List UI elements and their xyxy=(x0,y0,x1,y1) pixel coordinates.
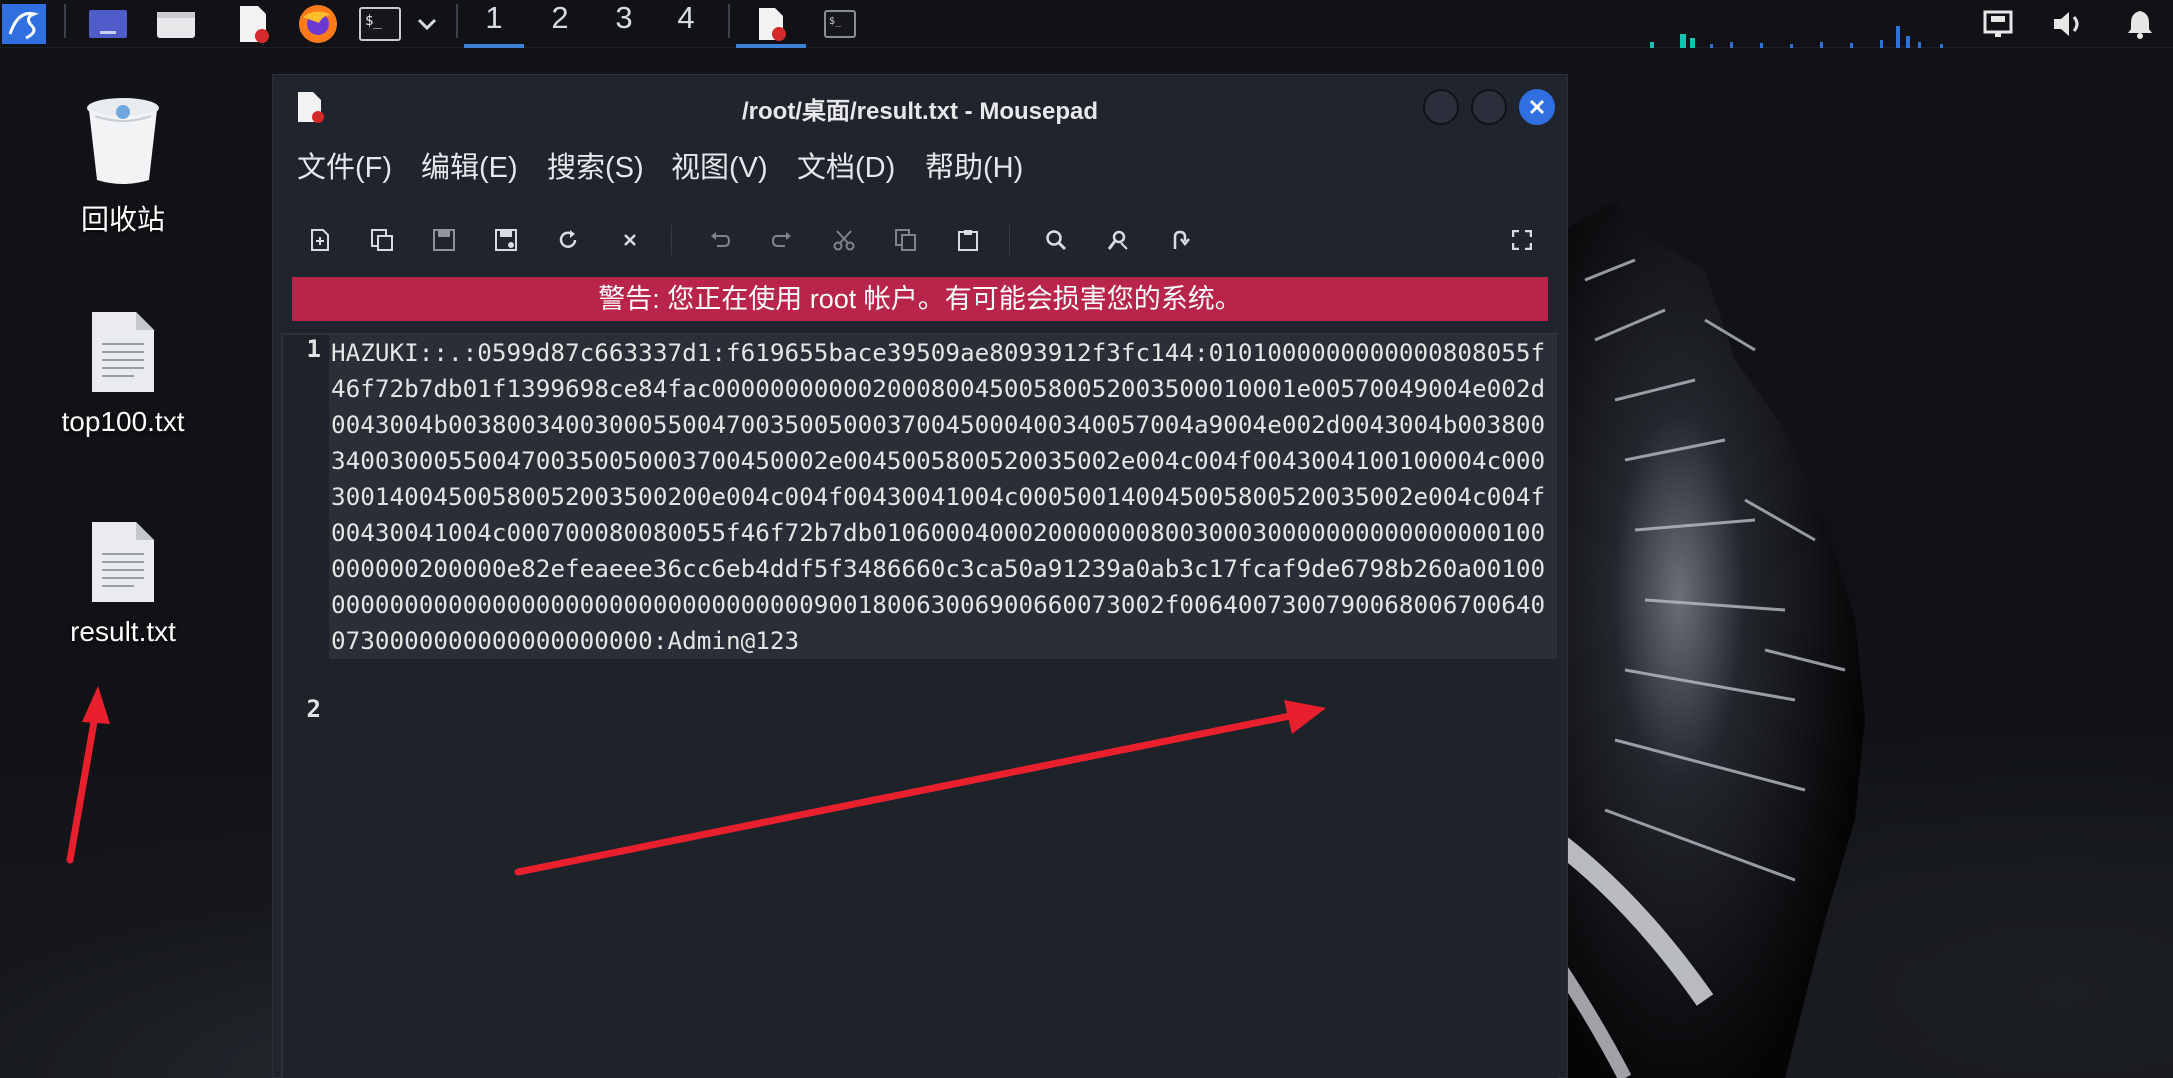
desktop-icon-trash[interactable]: 回收站 xyxy=(38,96,208,238)
copy-icon[interactable] xyxy=(889,223,923,257)
mousepad-window: /root/桌面/result.txt - Mousepad 文件(F) 编辑(… xyxy=(272,74,1568,1078)
workspace-2[interactable]: 2 xyxy=(530,0,590,48)
find-icon[interactable] xyxy=(1039,223,1073,257)
desktop-icon-label: top100.txt xyxy=(61,406,185,437)
paste-icon[interactable] xyxy=(951,223,985,257)
desktop-icon[interactable] xyxy=(84,0,132,48)
line-number: 2 xyxy=(306,695,321,723)
volume-icon[interactable] xyxy=(2048,0,2088,48)
maximize-button[interactable] xyxy=(1471,89,1507,125)
window-titlebar[interactable]: /root/桌面/result.txt - Mousepad xyxy=(273,75,1567,137)
network-activity-graph-icon xyxy=(1650,26,1943,48)
save-as-icon[interactable] xyxy=(489,223,523,257)
close-window-button[interactable] xyxy=(1519,89,1555,125)
desktop-icon-top100[interactable]: top100.txt xyxy=(38,310,208,438)
cut-icon[interactable] xyxy=(827,223,861,257)
line-number: 1 xyxy=(306,335,321,363)
firefox-icon[interactable] xyxy=(294,0,342,48)
workspace-1[interactable]: 1 xyxy=(464,0,524,48)
top-panel: $_ 1 2 3 4 $_ xyxy=(0,0,2173,48)
desktop-icon-result[interactable]: result.txt xyxy=(38,520,208,648)
menu-view[interactable]: 视图(V) xyxy=(671,143,768,193)
notification-bell-icon[interactable] xyxy=(2120,0,2160,48)
close-document-icon[interactable] xyxy=(613,223,647,257)
svg-text:$_: $_ xyxy=(365,13,382,29)
terminal-task-icon[interactable]: $_ xyxy=(818,0,862,48)
menu-search[interactable]: 搜索(S) xyxy=(547,143,644,193)
workspace-3[interactable]: 3 xyxy=(594,0,654,48)
svg-text:$_: $_ xyxy=(829,16,842,27)
trash-icon xyxy=(87,98,159,184)
reload-icon[interactable] xyxy=(551,223,585,257)
network-icon[interactable] xyxy=(1978,0,2018,48)
text-file-icon xyxy=(92,312,154,392)
new-document-icon[interactable] xyxy=(303,223,337,257)
text-editor[interactable]: 1 2 HAZUKI::.:0599d87c663337d1:f619655ba… xyxy=(281,333,1559,1078)
workspace-4[interactable]: 4 xyxy=(656,0,716,48)
desktop-icon-label: result.txt xyxy=(70,616,176,647)
text-line-2[interactable] xyxy=(329,695,1557,731)
redo-icon[interactable] xyxy=(765,223,799,257)
menu-help[interactable]: 帮助(H) xyxy=(925,143,1023,193)
line-number-gutter: 1 2 xyxy=(283,335,329,1078)
undo-icon[interactable] xyxy=(703,223,737,257)
desktop-icon-label: 回收站 xyxy=(80,204,165,235)
text-line-1[interactable]: HAZUKI::.:0599d87c663337d1:f619655bace39… xyxy=(329,335,1557,659)
file-manager-icon[interactable] xyxy=(152,0,200,48)
kali-menu-icon[interactable] xyxy=(0,0,48,48)
menu-file[interactable]: 文件(F) xyxy=(297,143,392,193)
mousepad-task-icon[interactable] xyxy=(736,0,806,48)
menubar: 文件(F) 编辑(E) 搜索(S) 视图(V) 文档(D) 帮助(H) xyxy=(273,143,1567,193)
menu-edit[interactable]: 编辑(E) xyxy=(421,143,518,193)
menu-document[interactable]: 文档(D) xyxy=(797,143,895,193)
minimize-button[interactable] xyxy=(1423,89,1459,125)
toolbar xyxy=(273,209,1567,271)
window-title: /root/桌面/result.txt - Mousepad xyxy=(741,98,1098,125)
fullscreen-icon[interactable] xyxy=(1505,223,1539,257)
new-window-icon[interactable] xyxy=(365,223,399,257)
go-to-line-icon[interactable] xyxy=(1163,223,1197,257)
close-icon xyxy=(1529,99,1545,115)
mousepad-icon[interactable] xyxy=(228,0,276,48)
root-warning-banner: 警告: 您正在使用 root 帐户。有可能会损害您的系统。 xyxy=(292,277,1548,321)
find-replace-icon[interactable] xyxy=(1101,223,1135,257)
text-file-icon xyxy=(92,522,154,602)
dropdown-chevron-icon[interactable] xyxy=(410,0,444,48)
save-icon[interactable] xyxy=(427,223,461,257)
wallpaper-sculpture xyxy=(1555,200,1865,1078)
terminal-icon[interactable]: $_ xyxy=(356,0,404,48)
